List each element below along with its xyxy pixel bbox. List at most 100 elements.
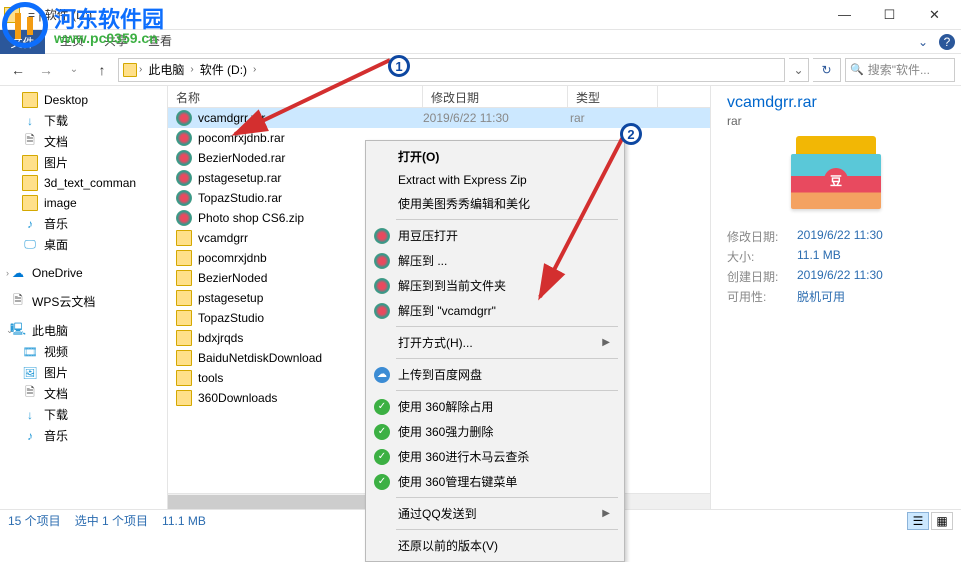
file-tab[interactable]: 文件 bbox=[0, 30, 45, 54]
details-value: 脱机可用 bbox=[797, 288, 845, 305]
sidebar-item[interactable]: 3d_text_comman bbox=[0, 173, 167, 193]
titlebar: = | 软件 (D:) — ☐ ✕ bbox=[0, 0, 961, 30]
ribbon-tabs: 文件 主页共享查看 ⌄ ? bbox=[0, 30, 961, 54]
details-thumbnail: 豆 bbox=[786, 136, 886, 216]
up-button[interactable]: ↑ bbox=[90, 58, 114, 82]
details-value: 2019/6/22 11:30 bbox=[797, 268, 883, 285]
menu-item[interactable]: 还原以前的版本(V) bbox=[368, 533, 622, 558]
sidebar-icon: 🖼 bbox=[22, 365, 38, 381]
sidebar-item[interactable]: ↓下载 bbox=[0, 110, 167, 131]
breadcrumb-item-drive[interactable]: 软件 (D:) bbox=[196, 59, 251, 80]
menu-item[interactable]: 打开方式(H)...▶ bbox=[368, 330, 622, 355]
folder-icon bbox=[4, 7, 20, 23]
sidebar-label: 下载 bbox=[44, 112, 68, 129]
close-button[interactable]: ✕ bbox=[912, 0, 957, 30]
sidebar-icon: 🗎 bbox=[22, 386, 38, 402]
menu-item[interactable]: ✓使用 360进行木马云查杀 bbox=[368, 444, 622, 469]
menu-item[interactable]: ✓使用 360强力删除 bbox=[368, 419, 622, 444]
address-bar: ← → ⌄ ↑ › 此电脑 › 软件 (D:) › ⌄ ↻ 🔍 搜索"软件... bbox=[0, 54, 961, 86]
details-view-button[interactable]: ☰ bbox=[907, 512, 929, 530]
sidebar-item[interactable]: ♪音乐 bbox=[0, 425, 167, 446]
menu-separator bbox=[396, 358, 618, 359]
details-label: 大小: bbox=[727, 248, 797, 265]
sidebar-icon: 🖵 bbox=[22, 237, 38, 253]
details-value: 2019/6/22 11:30 bbox=[797, 228, 883, 245]
file-icon bbox=[176, 330, 192, 346]
forward-button[interactable]: → bbox=[34, 58, 58, 82]
chevron-icon[interactable]: › bbox=[6, 268, 9, 278]
refresh-button[interactable]: ↻ bbox=[813, 58, 841, 82]
details-value: 11.1 MB bbox=[797, 248, 841, 265]
menu-item[interactable]: 使用美图秀秀编辑和美化 bbox=[368, 191, 622, 216]
minimize-button[interactable]: — bbox=[822, 0, 867, 30]
sidebar-item[interactable]: Desktop bbox=[0, 90, 167, 110]
sidebar-label: 视频 bbox=[44, 343, 68, 360]
sidebar-item[interactable]: 🗎文档 bbox=[0, 131, 167, 152]
chevron-icon[interactable]: ⌄ bbox=[6, 325, 14, 336]
help-icon[interactable]: ? bbox=[939, 34, 955, 50]
menu-item[interactable]: Extract with Express Zip bbox=[368, 169, 622, 191]
menu-item[interactable]: 解压到 ... bbox=[368, 248, 622, 273]
breadcrumb-sep: › bbox=[139, 64, 142, 75]
file-name: bdxjrqds bbox=[198, 331, 243, 345]
sidebar-icon: 🗎 bbox=[10, 294, 26, 310]
address-dropdown-icon[interactable]: ⌄ bbox=[789, 58, 809, 82]
menu-icon: ✓ bbox=[374, 399, 390, 415]
menu-label: 用豆压打开 bbox=[398, 227, 458, 244]
sidebar-item[interactable]: image bbox=[0, 193, 167, 213]
column-name[interactable]: 名称 bbox=[168, 86, 423, 107]
sidebar-item[interactable]: 🗎WPS云文档 bbox=[0, 291, 167, 312]
drive-icon bbox=[123, 63, 137, 77]
menu-item[interactable]: ✓ 使用 360解除占用 bbox=[368, 394, 622, 419]
file-name: tools bbox=[198, 371, 223, 385]
menu-icon bbox=[374, 228, 390, 244]
maximize-button[interactable]: ☐ bbox=[867, 0, 912, 30]
sidebar-icon: ♪ bbox=[22, 216, 38, 232]
menu-item[interactable]: 通过QQ发送到▶ bbox=[368, 501, 622, 526]
sidebar-item[interactable]: 🎞视频 bbox=[0, 341, 167, 362]
ribbon-tab[interactable]: 查看 bbox=[138, 28, 182, 53]
menu-item[interactable]: ☁上传到百度网盘 bbox=[368, 362, 622, 387]
ribbon-chevron-icon[interactable]: ⌄ bbox=[911, 31, 935, 53]
menu-item[interactable]: 用豆压打开 bbox=[368, 223, 622, 248]
sidebar-icon bbox=[22, 195, 38, 211]
column-type[interactable]: 类型 bbox=[568, 86, 658, 107]
menu-separator bbox=[396, 390, 618, 391]
menu-item[interactable]: 打开(O) bbox=[368, 144, 622, 169]
menu-item[interactable]: 解压到到当前文件夹 bbox=[368, 273, 622, 298]
sidebar-item[interactable]: 🗎文档 bbox=[0, 383, 167, 404]
search-input[interactable]: 🔍 搜索"软件... bbox=[845, 58, 955, 82]
menu-item[interactable]: 解压到 "vcamdgrr" bbox=[368, 298, 622, 323]
column-date[interactable]: 修改日期 bbox=[423, 86, 568, 107]
sidebar-item[interactable]: 图片 bbox=[0, 152, 167, 173]
search-icon: 🔍 bbox=[850, 63, 864, 76]
ribbon-tab[interactable]: 主页 bbox=[50, 28, 94, 53]
details-type: rar bbox=[727, 114, 945, 128]
sidebar-item[interactable]: ↓下载 bbox=[0, 404, 167, 425]
sidebar-label: 图片 bbox=[44, 364, 68, 381]
recent-dropdown-icon[interactable]: ⌄ bbox=[62, 58, 86, 82]
sidebar-item[interactable]: ›☁OneDrive bbox=[0, 263, 167, 283]
sidebar-item[interactable]: ♪音乐 bbox=[0, 213, 167, 234]
icons-view-button[interactable]: ▦ bbox=[931, 512, 953, 530]
file-icon bbox=[176, 130, 192, 146]
menu-label: 使用 360解除占用 bbox=[398, 398, 493, 415]
menu-icon: ✓ bbox=[374, 449, 390, 465]
menu-label: 使用 360管理右键菜单 bbox=[398, 473, 517, 490]
file-name: BaiduNetdiskDownload bbox=[198, 351, 322, 365]
sidebar-item[interactable]: ⌄🖳此电脑 bbox=[0, 320, 167, 341]
back-button[interactable]: ← bbox=[6, 58, 30, 82]
file-type: rar bbox=[570, 111, 585, 125]
details-label: 创建日期: bbox=[727, 268, 797, 285]
breadcrumb-item-pc[interactable]: 此电脑 bbox=[144, 59, 188, 80]
menu-item[interactable]: ✓使用 360管理右键菜单 bbox=[368, 469, 622, 494]
ribbon-tab[interactable]: 共享 bbox=[94, 28, 138, 53]
menu-icon: ☁ bbox=[374, 367, 390, 383]
breadcrumb[interactable]: › 此电脑 › 软件 (D:) › bbox=[118, 58, 785, 82]
file-name: Photo shop CS6.zip bbox=[198, 211, 304, 225]
details-label: 修改日期: bbox=[727, 228, 797, 245]
menu-separator bbox=[396, 326, 618, 327]
file-row[interactable]: vcamdgrr.rar2019/6/22 11:30rar bbox=[168, 108, 710, 128]
sidebar-item[interactable]: 🖵桌面 bbox=[0, 234, 167, 255]
sidebar-item[interactable]: 🖼 图片 bbox=[0, 362, 167, 383]
